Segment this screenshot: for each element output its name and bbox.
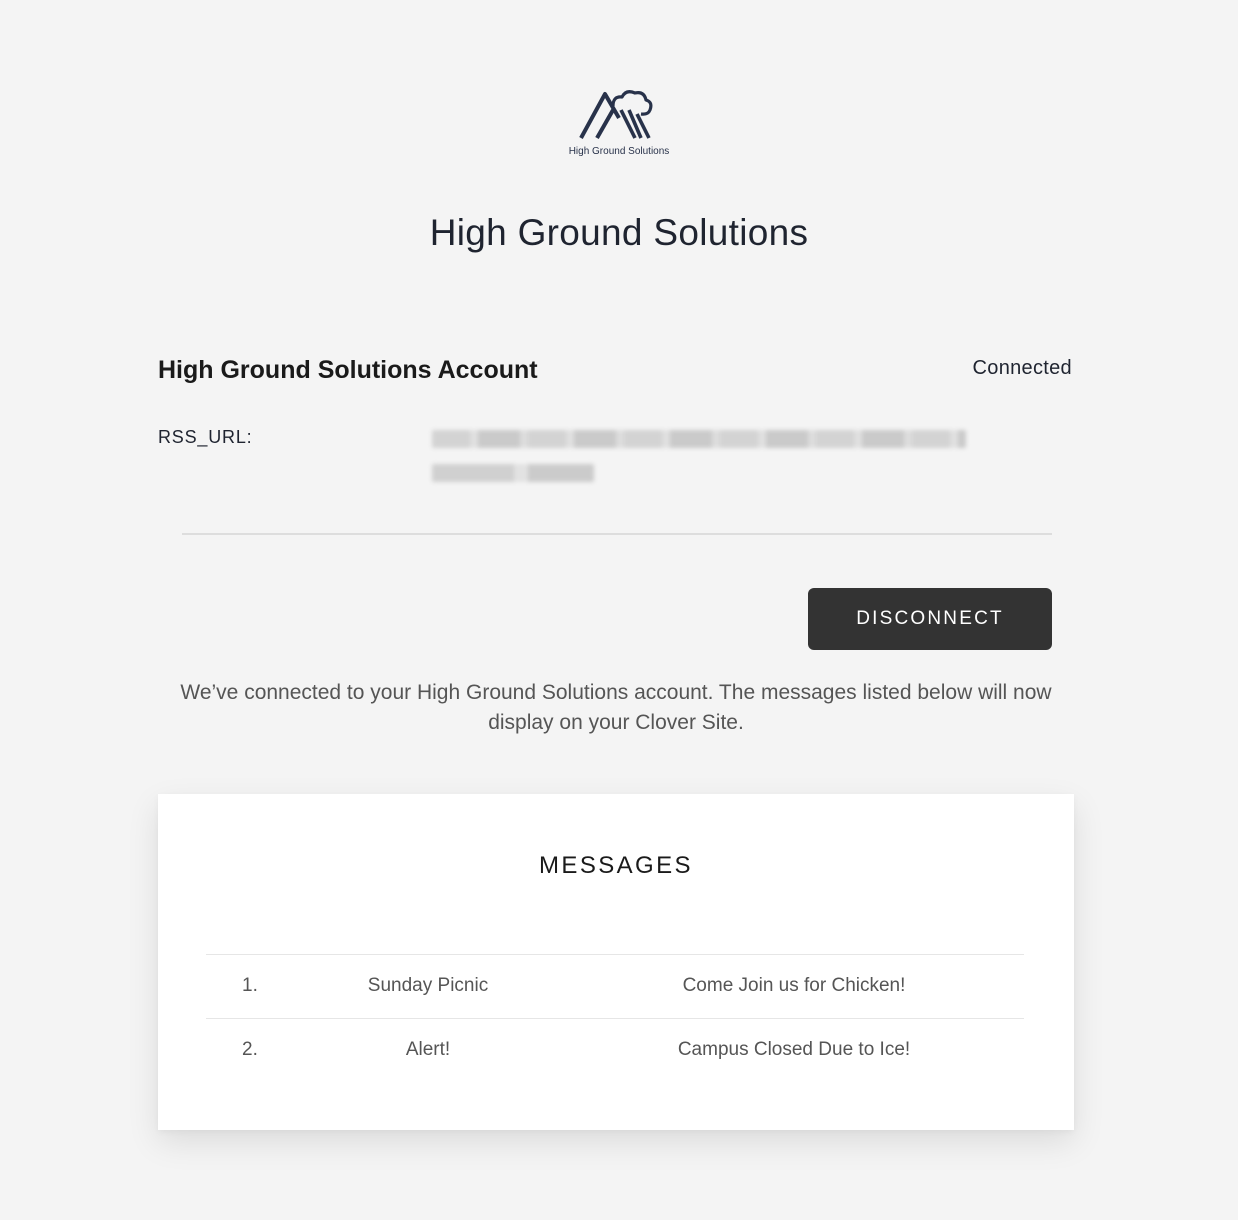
- connection-status: Connected: [972, 357, 1072, 379]
- message-title: Alert!: [405, 1039, 451, 1060]
- message-number: 2.: [242, 1039, 258, 1060]
- redacted-line: [432, 464, 594, 482]
- messages-card: MESSAGES 1. Sunday Picnic Come Join us f…: [158, 794, 1074, 1130]
- messages-table: 1. Sunday Picnic Come Join us for Chicke…: [206, 954, 1024, 1082]
- rss-url-label: RSS_URL:: [158, 427, 253, 447]
- table-row: 2. Alert! Campus Closed Due to Ice!: [206, 1019, 1024, 1082]
- disconnect-button[interactable]: DISCONNECT: [808, 588, 1052, 650]
- message-body: Campus Closed Due to Ice!: [677, 1039, 911, 1060]
- page: High Ground Solutions High Ground Soluti…: [0, 0, 1238, 1220]
- logo-caption: High Ground Solutions: [568, 146, 670, 157]
- message-number: 1.: [242, 975, 258, 996]
- rss-url-value-redacted: [420, 416, 1000, 500]
- connection-info-text: We’ve connected to your High Ground Solu…: [180, 681, 1052, 734]
- redacted-line: [432, 430, 966, 448]
- page-title: High Ground Solutions: [429, 212, 809, 253]
- brand-logo: High Ground Solutions: [559, 86, 679, 162]
- message-title: Sunday Picnic: [367, 975, 489, 996]
- mountain-cloud-icon: [579, 90, 653, 139]
- message-body: Come Join us for Chicken!: [682, 975, 906, 996]
- section-divider: [182, 533, 1052, 535]
- table-row: 1. Sunday Picnic Come Join us for Chicke…: [206, 955, 1024, 1019]
- messages-heading: MESSAGES: [539, 852, 693, 879]
- account-title: High Ground Solutions Account: [158, 356, 538, 384]
